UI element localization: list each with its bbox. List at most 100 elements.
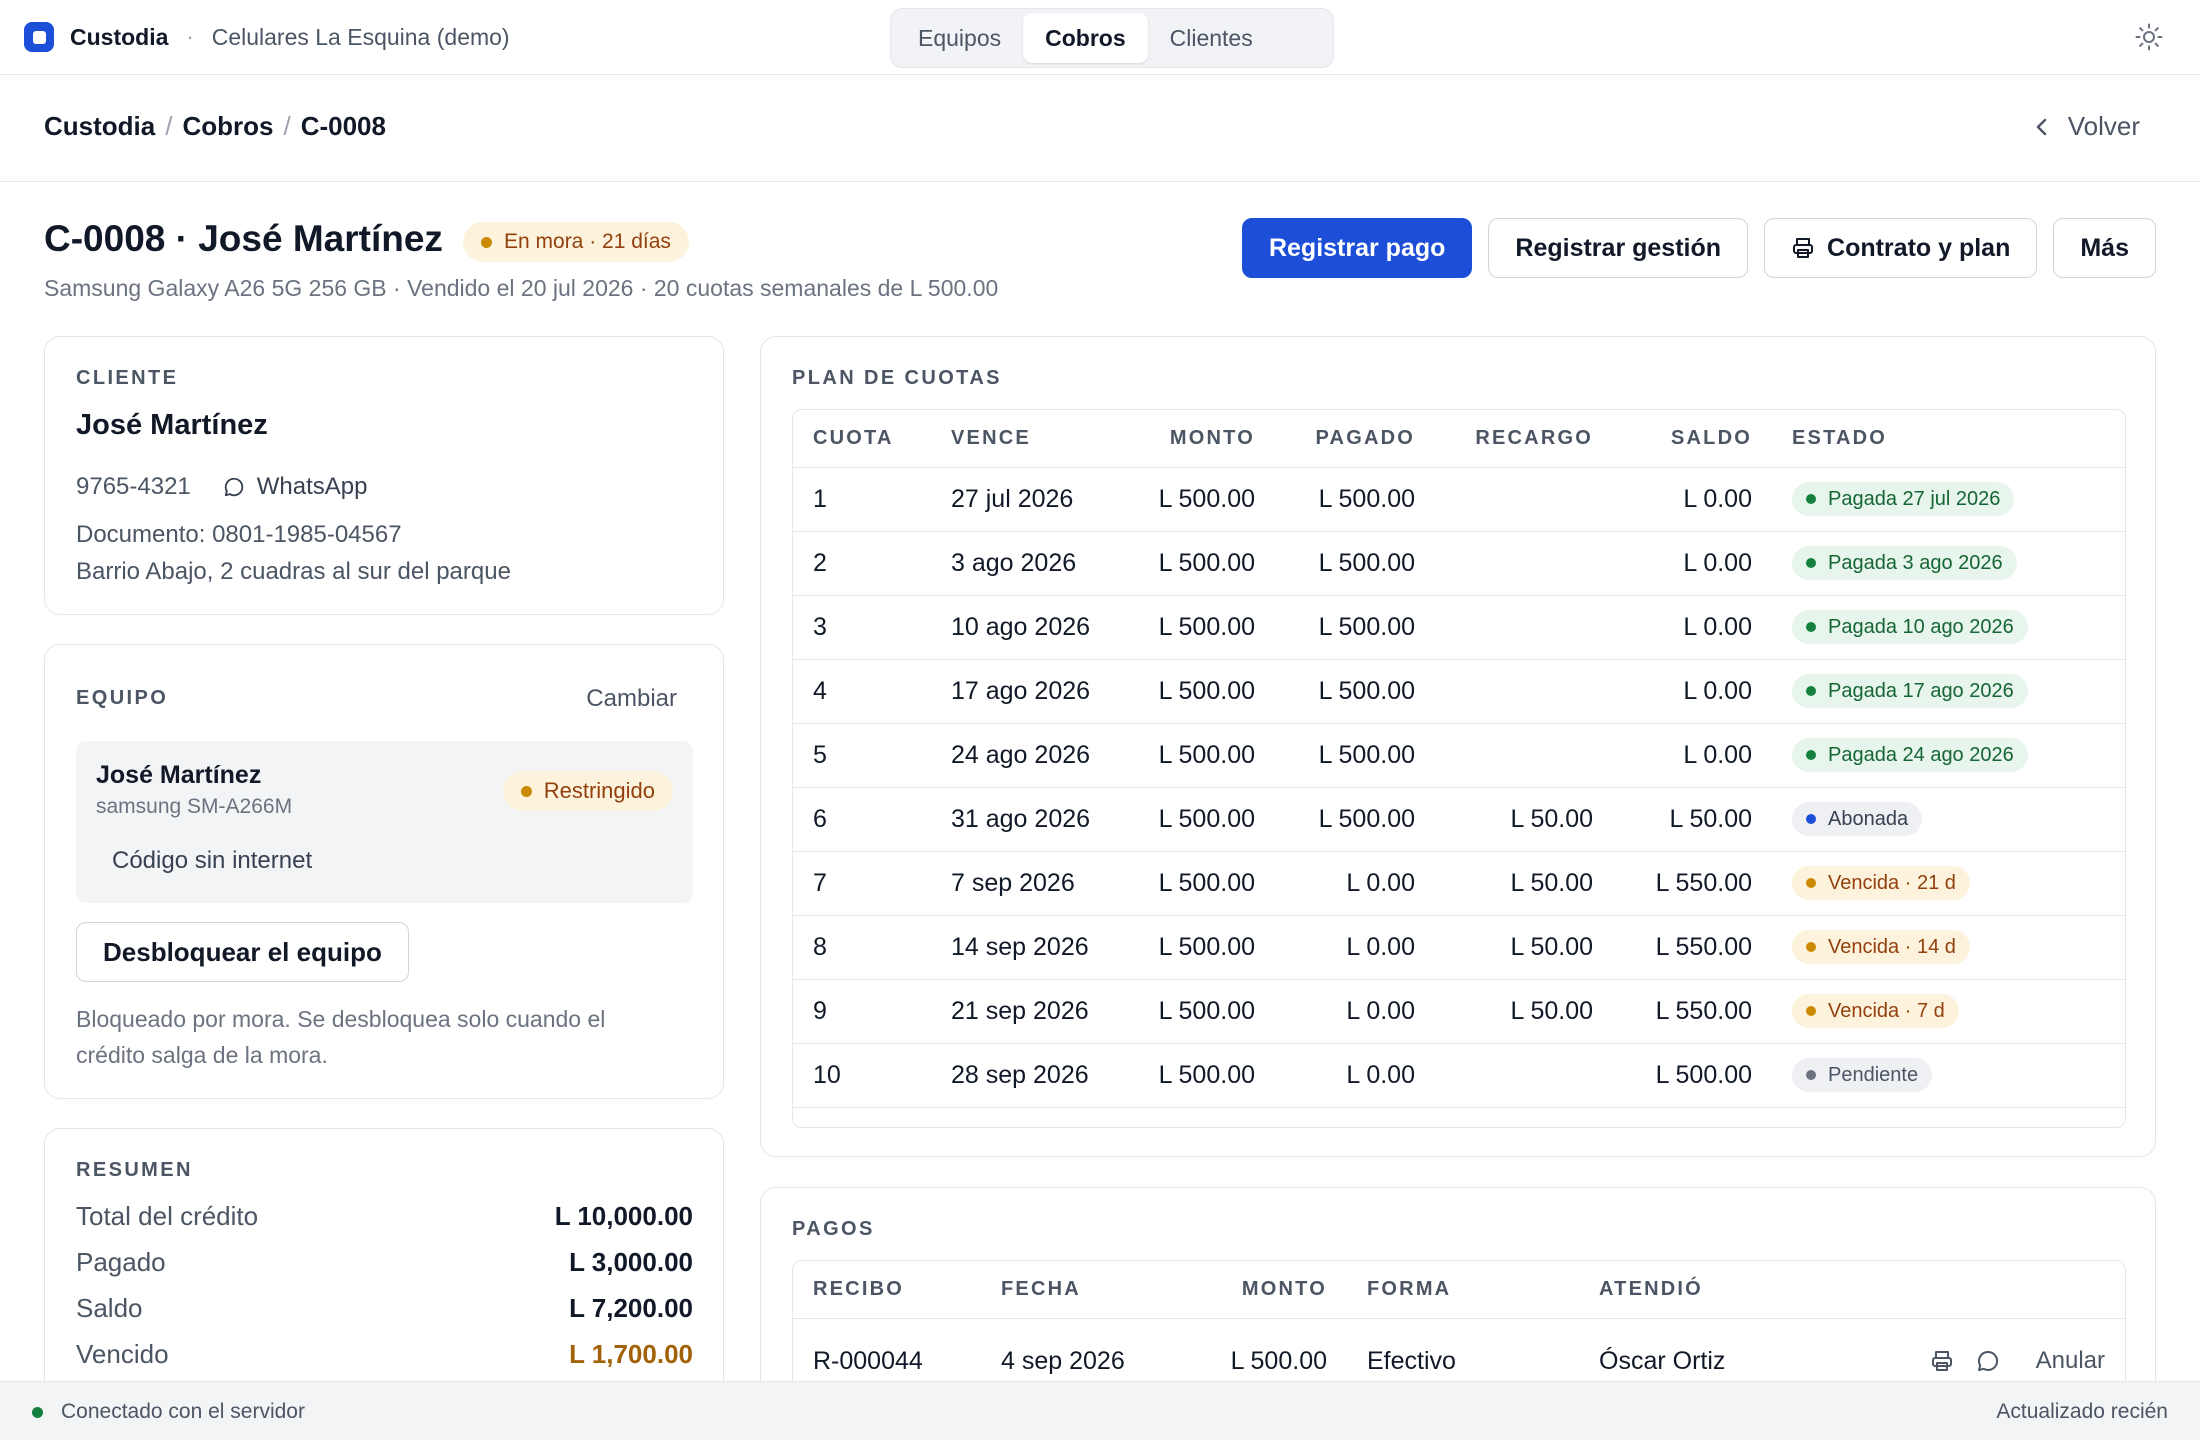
status-label: Pagada 3 ago 2026 — [1828, 551, 2003, 574]
installment-number: 3 — [793, 595, 931, 660]
status-pill: Pendiente — [1792, 1058, 1933, 1092]
payment-actions: Anular — [1859, 1347, 2105, 1375]
installment-row[interactable]: 23 ago 2026 L 500.00 L 500.00 L 0.00 Pagada … — [793, 531, 2125, 596]
breadcrumb-separator: / — [283, 111, 291, 141]
installment-row[interactable]: 6 31 ago 2026 L 500.00 L 500.00 L 50.00 L 50.… — [793, 787, 2125, 852]
custodia-logo-icon — [24, 22, 54, 52]
connection-dot — [32, 1406, 43, 1418]
client-phone[interactable]: 9765-4321 — [76, 473, 191, 501]
due-date: 31 ago 2026 — [931, 787, 1131, 852]
summary-value: L 3,000.00 — [569, 1247, 693, 1277]
installment-number: 8 — [793, 915, 931, 980]
summary-card-label: RESUMEN — [76, 1159, 193, 1181]
installment-amount: L 500.00 — [1131, 979, 1275, 1044]
whatsapp-link[interactable]: WhatsApp — [223, 473, 368, 501]
status-dot — [1806, 494, 1816, 504]
column-header: SALDO — [1613, 410, 1772, 468]
summary-value: L 10,000.00 — [554, 1201, 693, 1231]
back-label: Volver — [2067, 111, 2140, 141]
summary-row-balance: Saldo L 7,200.00 — [76, 1293, 693, 1324]
printer-icon — [1793, 238, 1814, 258]
status-pill: Pagada 10 ago 2026 — [1792, 610, 2028, 644]
summary-row-total: Total del crédito L 10,000.00 — [76, 1201, 693, 1232]
summary-value: L 7,200.00 — [569, 1293, 693, 1323]
unlock-device-button[interactable]: Desbloquear el equipo — [76, 922, 409, 982]
status-dot — [1806, 686, 1816, 696]
register-payment-button[interactable]: Registrar pago — [1241, 218, 1473, 278]
change-device-link[interactable]: Cambiar — [586, 685, 677, 713]
installment-amount: L 500.00 — [1131, 851, 1275, 916]
column-header: FORMA — [1347, 1261, 1579, 1319]
more-button[interactable]: Más — [2053, 218, 2156, 278]
surcharge — [1435, 659, 1613, 724]
paid-amount: L 500.00 — [1275, 723, 1435, 788]
void-payment-button[interactable]: Anular — [2036, 1347, 2105, 1375]
installment-amount: L 500.00 — [1131, 915, 1275, 980]
send-message-icon[interactable] — [1976, 1349, 2000, 1373]
paid-amount: L 0.00 — [1275, 851, 1435, 916]
installment-row[interactable]: 3 10 ago 2026 L 500.00 L 500.00 L 0.00 Pagada… — [793, 595, 2125, 660]
summary-row-overdue: Vencido L 1,700.00 — [76, 1339, 693, 1370]
tab-clientes[interactable]: Clientes — [1148, 13, 1275, 63]
status-cell: Pagada 10 ago 2026 — [1772, 595, 2125, 660]
installment-plan-card: PLAN DE CUOTAS CUOTA VENCE MONTO PAGADO … — [760, 336, 2156, 1157]
status-label: Abonada — [1828, 807, 1909, 830]
summary-label: Pagado — [76, 1247, 166, 1277]
installment-row[interactable]: 1 27 jul 2026 L 500.00 L 500.00 L 0.00 Pagada… — [793, 467, 2125, 532]
column-header: FECHA — [981, 1261, 1151, 1319]
chevron-left-icon — [2036, 118, 2046, 135]
status-label: Pendiente — [1828, 1063, 1919, 1086]
breadcrumb-cobros[interactable]: Cobros — [182, 111, 273, 142]
surcharge: L 50.00 — [1435, 915, 1613, 980]
installment-row[interactable]: 5 24 ago 2026 L 500.00 L 500.00 L 0.00 Pagada… — [793, 723, 2125, 788]
column-header: ESTADO — [1772, 410, 2125, 468]
installment-amount: L 500.00 — [1131, 467, 1275, 532]
installment-row[interactable]: 4 17 ago 2026 L 500.00 L 500.00 L 0.00 Pagada… — [793, 659, 2125, 724]
chat-bubble-icon — [224, 477, 243, 497]
device-card-label: EQUIPO — [76, 687, 169, 709]
installment-row[interactable]: 8 14 sep 2026 L 500.00 L 0.00 L 50.00 L 550.0… — [793, 915, 2125, 980]
installment-amount: L 500.00 — [1131, 787, 1275, 852]
balance: L 0.00 — [1613, 531, 1772, 596]
contract-button[interactable]: Contrato y plan — [1764, 218, 2038, 278]
breadcrumb-custodia[interactable]: Custodia — [44, 111, 155, 142]
installment-amount: L 500.00 — [1131, 723, 1275, 788]
status-dot — [481, 236, 492, 248]
status-pill: Vencida · 7 d — [1792, 994, 1959, 1028]
installment-table-scroll[interactable]: CUOTA VENCE MONTO PAGADO RECARGO SALDO E… — [792, 409, 2126, 1128]
brand[interactable]: Custodia · Celulares La Esquina (demo) — [24, 22, 510, 52]
status-bar: Conectado con el servidor Actualizado re… — [0, 1381, 2200, 1440]
column-header: MONTO — [1151, 1261, 1347, 1319]
installment-row[interactable]: 9 21 sep 2026 L 500.00 L 0.00 L 50.00 L 550.0… — [793, 979, 2125, 1044]
status-cell: Vencida · 21 d — [1772, 851, 2125, 916]
balance: L 500.00 — [1613, 1043, 1772, 1108]
offline-code-link[interactable]: Código sin internet — [112, 847, 312, 875]
installment-number: 7 — [793, 851, 931, 916]
client-name: José Martínez — [76, 409, 268, 441]
due-date: 10 ago 2026 — [931, 595, 1131, 660]
installment-row[interactable]: 10 28 sep 2026 L 500.00 L 0.00 L 500.00 Pendi… — [793, 1043, 2125, 1108]
due-date: 14 sep 2026 — [931, 915, 1131, 980]
paid-amount: L 0.00 — [1275, 979, 1435, 1044]
due-date: 17 ago 2026 — [931, 659, 1131, 724]
due-date: 3 ago 2026 — [931, 531, 1131, 596]
status-label: Pagada 17 ago 2026 — [1828, 679, 2014, 702]
installment-row[interactable]: 77 sep 2026 L 500.00 L 0.00 L 50.00 L 550.00… — [793, 851, 2125, 916]
summary-label: Vencido — [76, 1339, 169, 1369]
theme-toggle-sun-icon[interactable] — [2134, 22, 2164, 52]
installment-table: CUOTA VENCE MONTO PAGADO RECARGO SALDO E… — [793, 410, 2125, 1108]
print-receipt-icon[interactable] — [1930, 1349, 1954, 1373]
status-cell: Vencida · 14 d — [1772, 915, 2125, 980]
back-button[interactable]: Volver — [2034, 111, 2140, 142]
tab-cobros[interactable]: Cobros — [1023, 13, 1148, 63]
register-action-button[interactable]: Registrar gestión — [1488, 218, 1749, 278]
tab-equipos[interactable]: Equipos — [896, 13, 1023, 63]
due-date: 28 sep 2026 — [931, 1043, 1131, 1108]
installment-plan-label: PLAN DE CUOTAS — [792, 367, 1002, 389]
paid-amount: L 0.00 — [1275, 1043, 1435, 1108]
status-dot — [1806, 622, 1816, 632]
whatsapp-label: WhatsApp — [256, 473, 368, 500]
client-document: Documento: 0801-1985-04567 — [76, 521, 402, 548]
connection-status: Conectado con el servidor — [32, 1400, 305, 1424]
installment-amount: L 500.00 — [1131, 595, 1275, 660]
